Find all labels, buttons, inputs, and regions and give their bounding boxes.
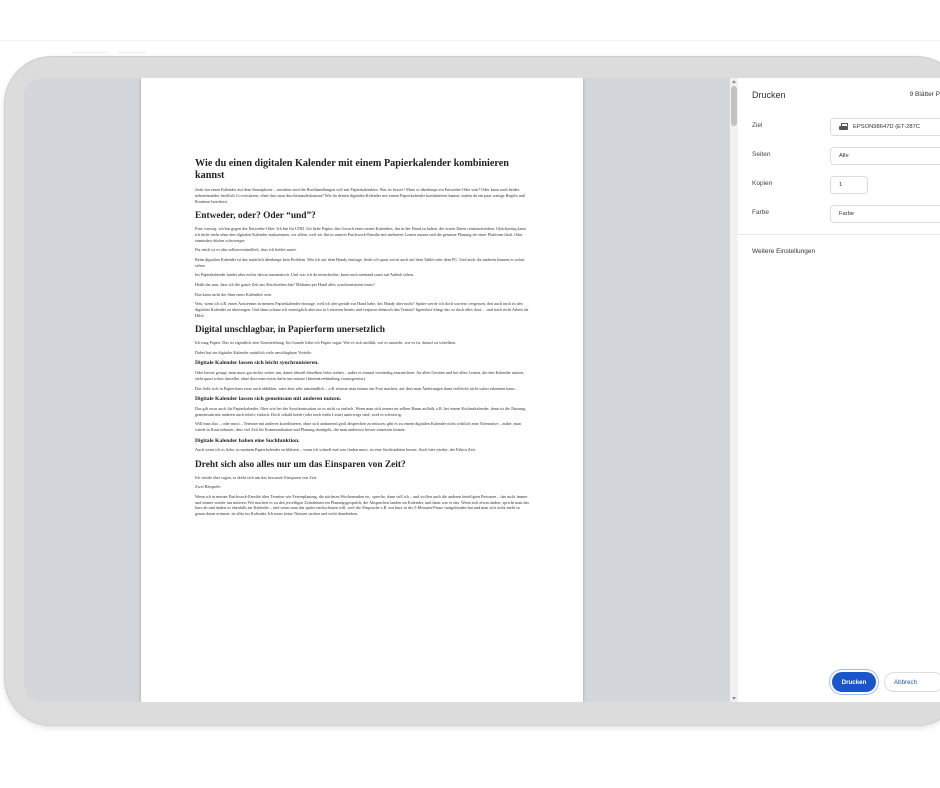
color-label: Farbe [752,209,769,216]
print-button[interactable]: Drucken [832,672,876,692]
paragraph: Das ließe sich in Papierform zwar auch a… [195,385,519,391]
screen: Wie du einen digitalen Kalender mit eine… [24,78,940,702]
preview-page: Wie du einen digitalen Kalender mit eine… [141,78,583,702]
section-heading: Dreht sich also alles nur um das Einspar… [195,459,406,470]
document-title: Wie du einen digitalen Kalender mit eine… [195,158,509,181]
top-divider [0,40,940,41]
copies-label: Kopien [752,180,773,187]
copies-value: 1 [839,182,843,188]
scroll-up-arrow-icon[interactable] [732,80,736,83]
paragraph: Beim digitalen Kalender ist das natürlic… [195,256,525,268]
paragraph: Ich würde eher sagen, es dreht sich um d… [195,474,318,480]
top-divider-segment [72,52,108,53]
color-select[interactable]: Farbe [830,205,940,223]
destination-label: Ziel [752,122,763,129]
paragraph: Wenn ich in meiner Patchwork-Familie übe… [195,494,529,517]
paragraph: Will man also – oder muss – Termine mit … [195,421,521,432]
paragraph: Heißt das nun, dass ich die ganze Zeit a… [195,281,375,287]
sheet-count: 9 Blätter P [909,91,940,98]
paragraph: Auch wenn ich es liebe, in meinem Papier… [195,447,476,453]
print-preview-area: Wie du einen digitalen Kalender mit eine… [24,78,730,702]
document-content: Wie du einen digitalen Kalender mit eine… [195,158,529,521]
paragraph: Was, wenn ich z.B. einen Arzttermin in m… [195,301,529,318]
scroll-thumb[interactable] [731,86,737,126]
destination-select[interactable]: EPSON98647D (ET-287C [830,118,940,136]
scroll-down-arrow-icon[interactable] [732,697,736,700]
section-heading: Digital unschlagbar, in Papierform uners… [195,325,386,336]
paragraph: Im Papierkalender landet aber nichts dav… [195,272,414,278]
copies-input[interactable]: 1 [830,176,868,194]
destination-value: EPSON98647D (ET-287C [853,124,921,130]
paragraph: Das kann nicht der Sinn eines Kalenders … [195,291,272,297]
paragraph: Für mich ist es also selbstverständlich,… [195,247,297,253]
printer-icon [839,123,848,131]
paragraph: Das gilt zwar auch für Papierkalender. A… [195,405,526,417]
pages-value: Alle [839,153,849,159]
top-divider-segment [118,52,146,53]
pages-select[interactable]: Alle [830,147,940,165]
color-value: Farbe [839,211,855,217]
more-settings-toggle[interactable]: Weitere Einstellungen [752,248,815,255]
print-settings-panel: Drucken 9 Blätter P Ziel EPSON98647D (ET… [738,78,940,702]
paragraph: Jeder hat einen Kalender auf dem Smartph… [195,187,525,204]
subsection-heading: Digitale Kalender lassen sich leicht syn… [195,360,319,367]
section-heading: Entweder, oder? Oder “und”? [195,211,316,222]
paragraph: Zwei Beispiele: [195,484,222,490]
paragraph: Ich mag Papier. Das ist eigentlich eine … [195,340,457,346]
subsection-heading: Digitale Kalender lassen sich gemeinsam … [195,396,342,403]
paragraph: Dabei hat ein digitaler Kalender natürli… [195,349,313,355]
pages-label: Seiten [752,151,771,158]
subsection-heading: Digitale Kalender haben eine Suchfunktio… [195,437,300,444]
paragraph: Oder besser gesagt: man muss gar nichts … [195,370,525,381]
divider [738,234,940,235]
cancel-button[interactable]: Abbrech [884,672,940,692]
paragraph: Eine vorweg: ich bin gegen das Entweder-… [195,226,526,243]
panel-title: Drucken [752,90,786,100]
panel-scrollbar[interactable] [730,78,738,702]
